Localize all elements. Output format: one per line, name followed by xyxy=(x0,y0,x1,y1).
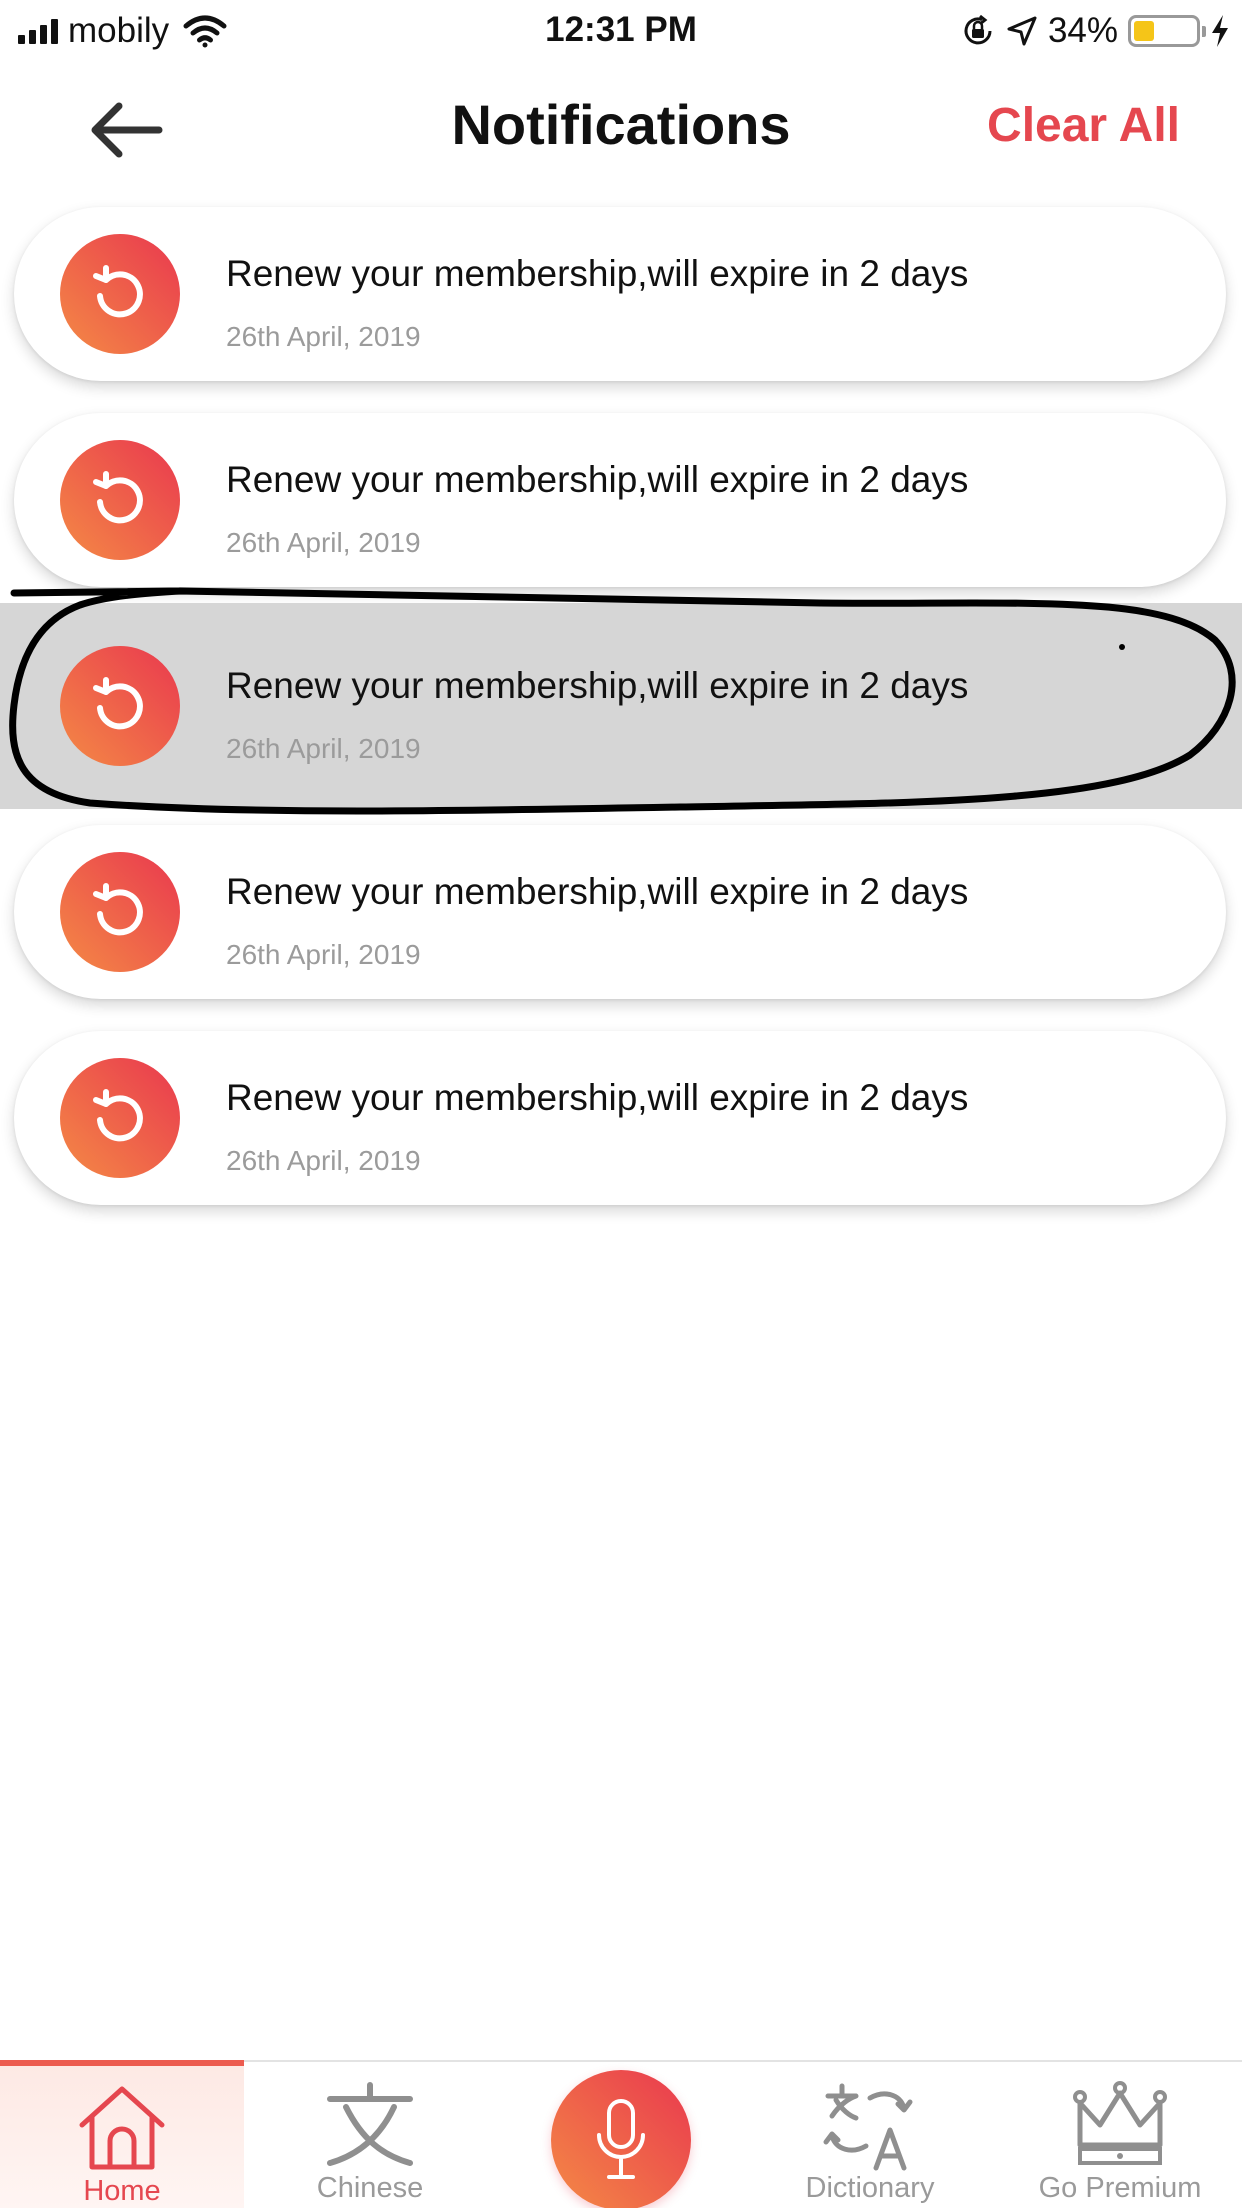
notification-message: Renew your membership,will expire in 2 d… xyxy=(226,1077,969,1118)
home-icon xyxy=(79,2086,165,2169)
nav-home-label: Home xyxy=(83,2175,161,2207)
microphone-button[interactable] xyxy=(551,2070,691,2208)
nav-dictionary[interactable]: Dictionary xyxy=(770,2062,970,2208)
notification-date: 26th April, 2019 xyxy=(226,527,421,558)
header: Notifications Clear All xyxy=(0,62,1242,192)
nav-premium-label: Go Premium xyxy=(1038,2172,1202,2204)
notification-card[interactable]: Renew your membership,will expire in 2 d… xyxy=(14,825,1226,999)
battery-percent: 34% xyxy=(1047,11,1118,50)
notification-card[interactable]: Renew your membership,will expire in 2 d… xyxy=(14,413,1226,587)
crown-icon xyxy=(1073,2081,1167,2165)
bottom-nav: Home Chinese Dictionary Go Premium xyxy=(0,2060,1242,2208)
notification-message: Renew your membership,will expire in 2 d… xyxy=(226,253,969,294)
notification-date: 26th April, 2019 xyxy=(226,939,421,970)
notification-date: 26th April, 2019 xyxy=(226,321,421,352)
nav-chinese[interactable]: Chinese xyxy=(270,2062,470,2208)
renew-icon xyxy=(60,234,180,354)
nav-microphone[interactable] xyxy=(550,2062,692,2208)
notification-row[interactable]: Renew your membership,will expire in 2 d… xyxy=(0,1016,1242,1222)
notification-row[interactable]: Renew your membership,will expire in 2 d… xyxy=(0,398,1242,604)
renew-icon xyxy=(60,852,180,972)
renew-icon xyxy=(60,440,180,560)
notification-message: Renew your membership,will expire in 2 d… xyxy=(226,459,969,500)
notification-row-highlighted[interactable]: Renew your membership,will expire in 2 d… xyxy=(0,603,1242,809)
notification-card[interactable]: Renew your membership,will expire in 2 d… xyxy=(14,1031,1226,1205)
notification-row[interactable]: Renew your membership,will expire in 2 d… xyxy=(0,192,1242,398)
notification-card[interactable]: Renew your membership,will expire in 2 d… xyxy=(14,619,1226,793)
clear-all-button[interactable]: Clear All xyxy=(987,98,1180,153)
status-right: 34% xyxy=(960,10,1230,52)
notification-card[interactable]: Renew your membership,will expire in 2 d… xyxy=(14,207,1226,381)
location-icon xyxy=(1007,16,1037,46)
nav-dictionary-label: Dictionary xyxy=(805,2172,935,2204)
renew-icon xyxy=(60,1058,180,1178)
notification-message: Renew your membership,will expire in 2 d… xyxy=(226,665,969,706)
charging-icon xyxy=(1212,15,1228,47)
battery-icon xyxy=(1128,15,1206,47)
orientation-lock-icon xyxy=(964,14,992,45)
chinese-character-icon xyxy=(327,2082,413,2166)
nav-chinese-label: Chinese xyxy=(316,2172,424,2204)
notification-date: 26th April, 2019 xyxy=(226,733,421,764)
status-bar: mobily 12:31 PM 34% xyxy=(0,0,1242,62)
translate-icon xyxy=(823,2083,913,2171)
battery-level-fill xyxy=(1134,21,1155,41)
renew-icon xyxy=(60,646,180,766)
microphone-icon xyxy=(597,2099,645,2179)
nav-go-premium[interactable]: Go Premium xyxy=(1010,2062,1230,2208)
notification-row[interactable]: Renew your membership,will expire in 2 d… xyxy=(0,810,1242,1016)
notification-message: Renew your membership,will expire in 2 d… xyxy=(226,871,969,912)
notification-date: 26th April, 2019 xyxy=(226,1145,421,1176)
nav-home[interactable]: Home xyxy=(0,2060,244,2208)
